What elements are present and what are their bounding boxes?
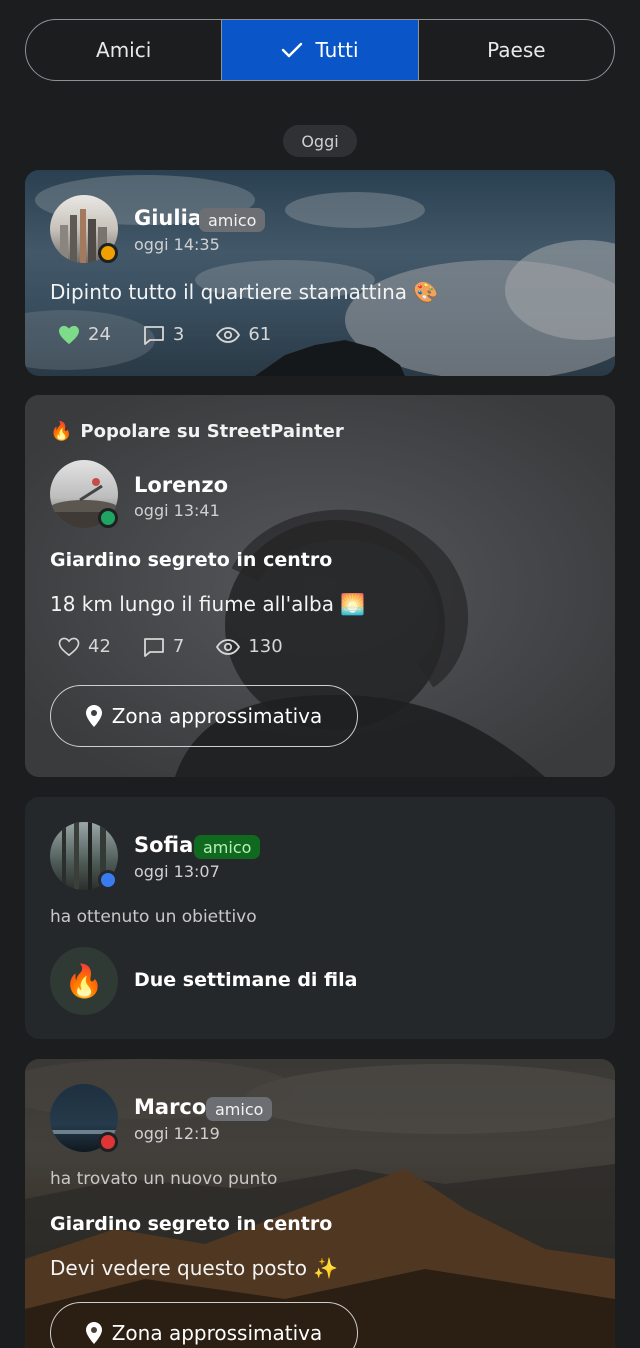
friend-badge: amico: [206, 1097, 273, 1121]
friend-badge: amico: [194, 835, 261, 859]
tab-amici-label: Amici: [96, 38, 152, 62]
check-icon: [281, 41, 303, 59]
card-background-image: [25, 170, 615, 376]
post-stats: 42 7 130: [58, 636, 315, 657]
location-button-label: Zona approssimativa: [111, 704, 323, 728]
location-pin-icon: [85, 705, 102, 727]
location-pin-icon: [85, 1322, 102, 1344]
heart-filled-icon: [59, 325, 79, 344]
popular-label: 🔥 Popolare su StreetPainter: [50, 421, 344, 442]
post-time: oggi 13:07: [134, 862, 220, 881]
comment-icon: [144, 325, 164, 345]
comment-count: 3: [172, 324, 185, 345]
status-indicator: [98, 870, 118, 890]
like-count: 24: [88, 324, 111, 345]
activity-text: ha ottenuto un obiettivo: [50, 907, 257, 927]
tab-tutti-label: Tutti: [315, 38, 359, 62]
post-text: Devi vedere questo posto ✨: [50, 1256, 339, 1280]
tab-tutti[interactable]: Tutti: [221, 20, 418, 80]
post-time: oggi 13:41: [134, 501, 220, 520]
post-time: oggi 14:35: [134, 235, 220, 254]
achievement-fire-icon: 🔥: [50, 947, 118, 1015]
post-title: Giardino segreto in centro: [50, 549, 333, 571]
date-header-label: Oggi: [301, 131, 339, 151]
post-card-sofia[interactable]: Sofia amico oggi 13:07 ha ottenuto un ob…: [25, 797, 615, 1039]
author-name[interactable]: Marco: [134, 1095, 206, 1119]
like-button[interactable]: 24: [58, 324, 111, 345]
view-count: 130: [248, 636, 283, 657]
views-stat: 130: [216, 636, 283, 657]
comment-button[interactable]: 7: [143, 636, 184, 657]
like-count: 42: [88, 636, 111, 657]
date-header-chip: Oggi: [283, 125, 357, 157]
location-button-label: Zona approssimativa: [111, 1321, 323, 1345]
popular-text: Popolare su StreetPainter: [80, 421, 344, 442]
tab-paese-label: Paese: [487, 38, 546, 62]
post-card-lorenzo[interactable]: 🔥 Popolare su StreetPainter Lorenzo oggi…: [25, 395, 615, 777]
eye-icon: [216, 638, 241, 655]
post-text: 18 km lungo il fiume all'alba 🌅: [50, 592, 366, 616]
location-button[interactable]: Zona approssimativa: [50, 1302, 358, 1348]
comment-icon: [144, 637, 164, 657]
status-indicator: [98, 508, 118, 528]
eye-icon: [216, 326, 241, 343]
post-stats: 24 3 61: [58, 324, 303, 345]
post-card-marco[interactable]: Marco amico oggi 12:19 ha trovato un nuo…: [25, 1059, 615, 1348]
views-stat: 61: [216, 324, 271, 345]
like-button[interactable]: 42: [58, 636, 111, 657]
achievement-title: Due settimane di fila: [134, 969, 358, 991]
friend-badge: amico: [199, 208, 266, 232]
filter-segmented-control: Amici Tutti Paese: [25, 19, 615, 81]
location-button[interactable]: Zona approssimativa: [50, 685, 358, 747]
heart-outline-icon: [58, 637, 80, 656]
post-title: Giardino segreto in centro: [50, 1213, 333, 1235]
post-card-giulia[interactable]: Giulia amico oggi 14:35 Dipinto tutto il…: [25, 170, 615, 376]
post-time: oggi 12:19: [134, 1124, 220, 1143]
tab-paese[interactable]: Paese: [417, 20, 614, 80]
activity-text: ha trovato un nuovo punto: [50, 1169, 278, 1189]
comment-count: 7: [172, 636, 185, 657]
author-name[interactable]: Sofia: [134, 833, 193, 857]
tab-amici[interactable]: Amici: [26, 20, 221, 80]
author-name[interactable]: Lorenzo: [134, 473, 228, 497]
author-name[interactable]: Giulia: [134, 206, 202, 230]
comment-button[interactable]: 3: [143, 324, 184, 345]
view-count: 61: [248, 324, 272, 345]
status-indicator: [98, 1132, 118, 1152]
status-indicator: [98, 243, 118, 263]
post-text: Dipinto tutto il quartiere stamattina 🎨: [50, 280, 439, 304]
fire-icon: 🔥: [50, 421, 73, 442]
